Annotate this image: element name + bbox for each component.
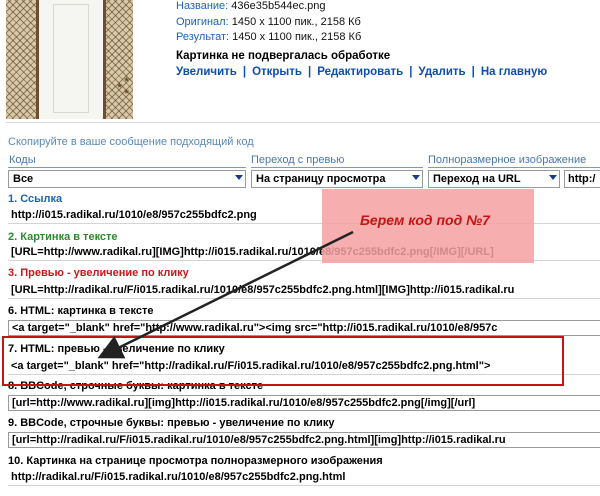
annotation-arrow-icon (97, 230, 354, 359)
